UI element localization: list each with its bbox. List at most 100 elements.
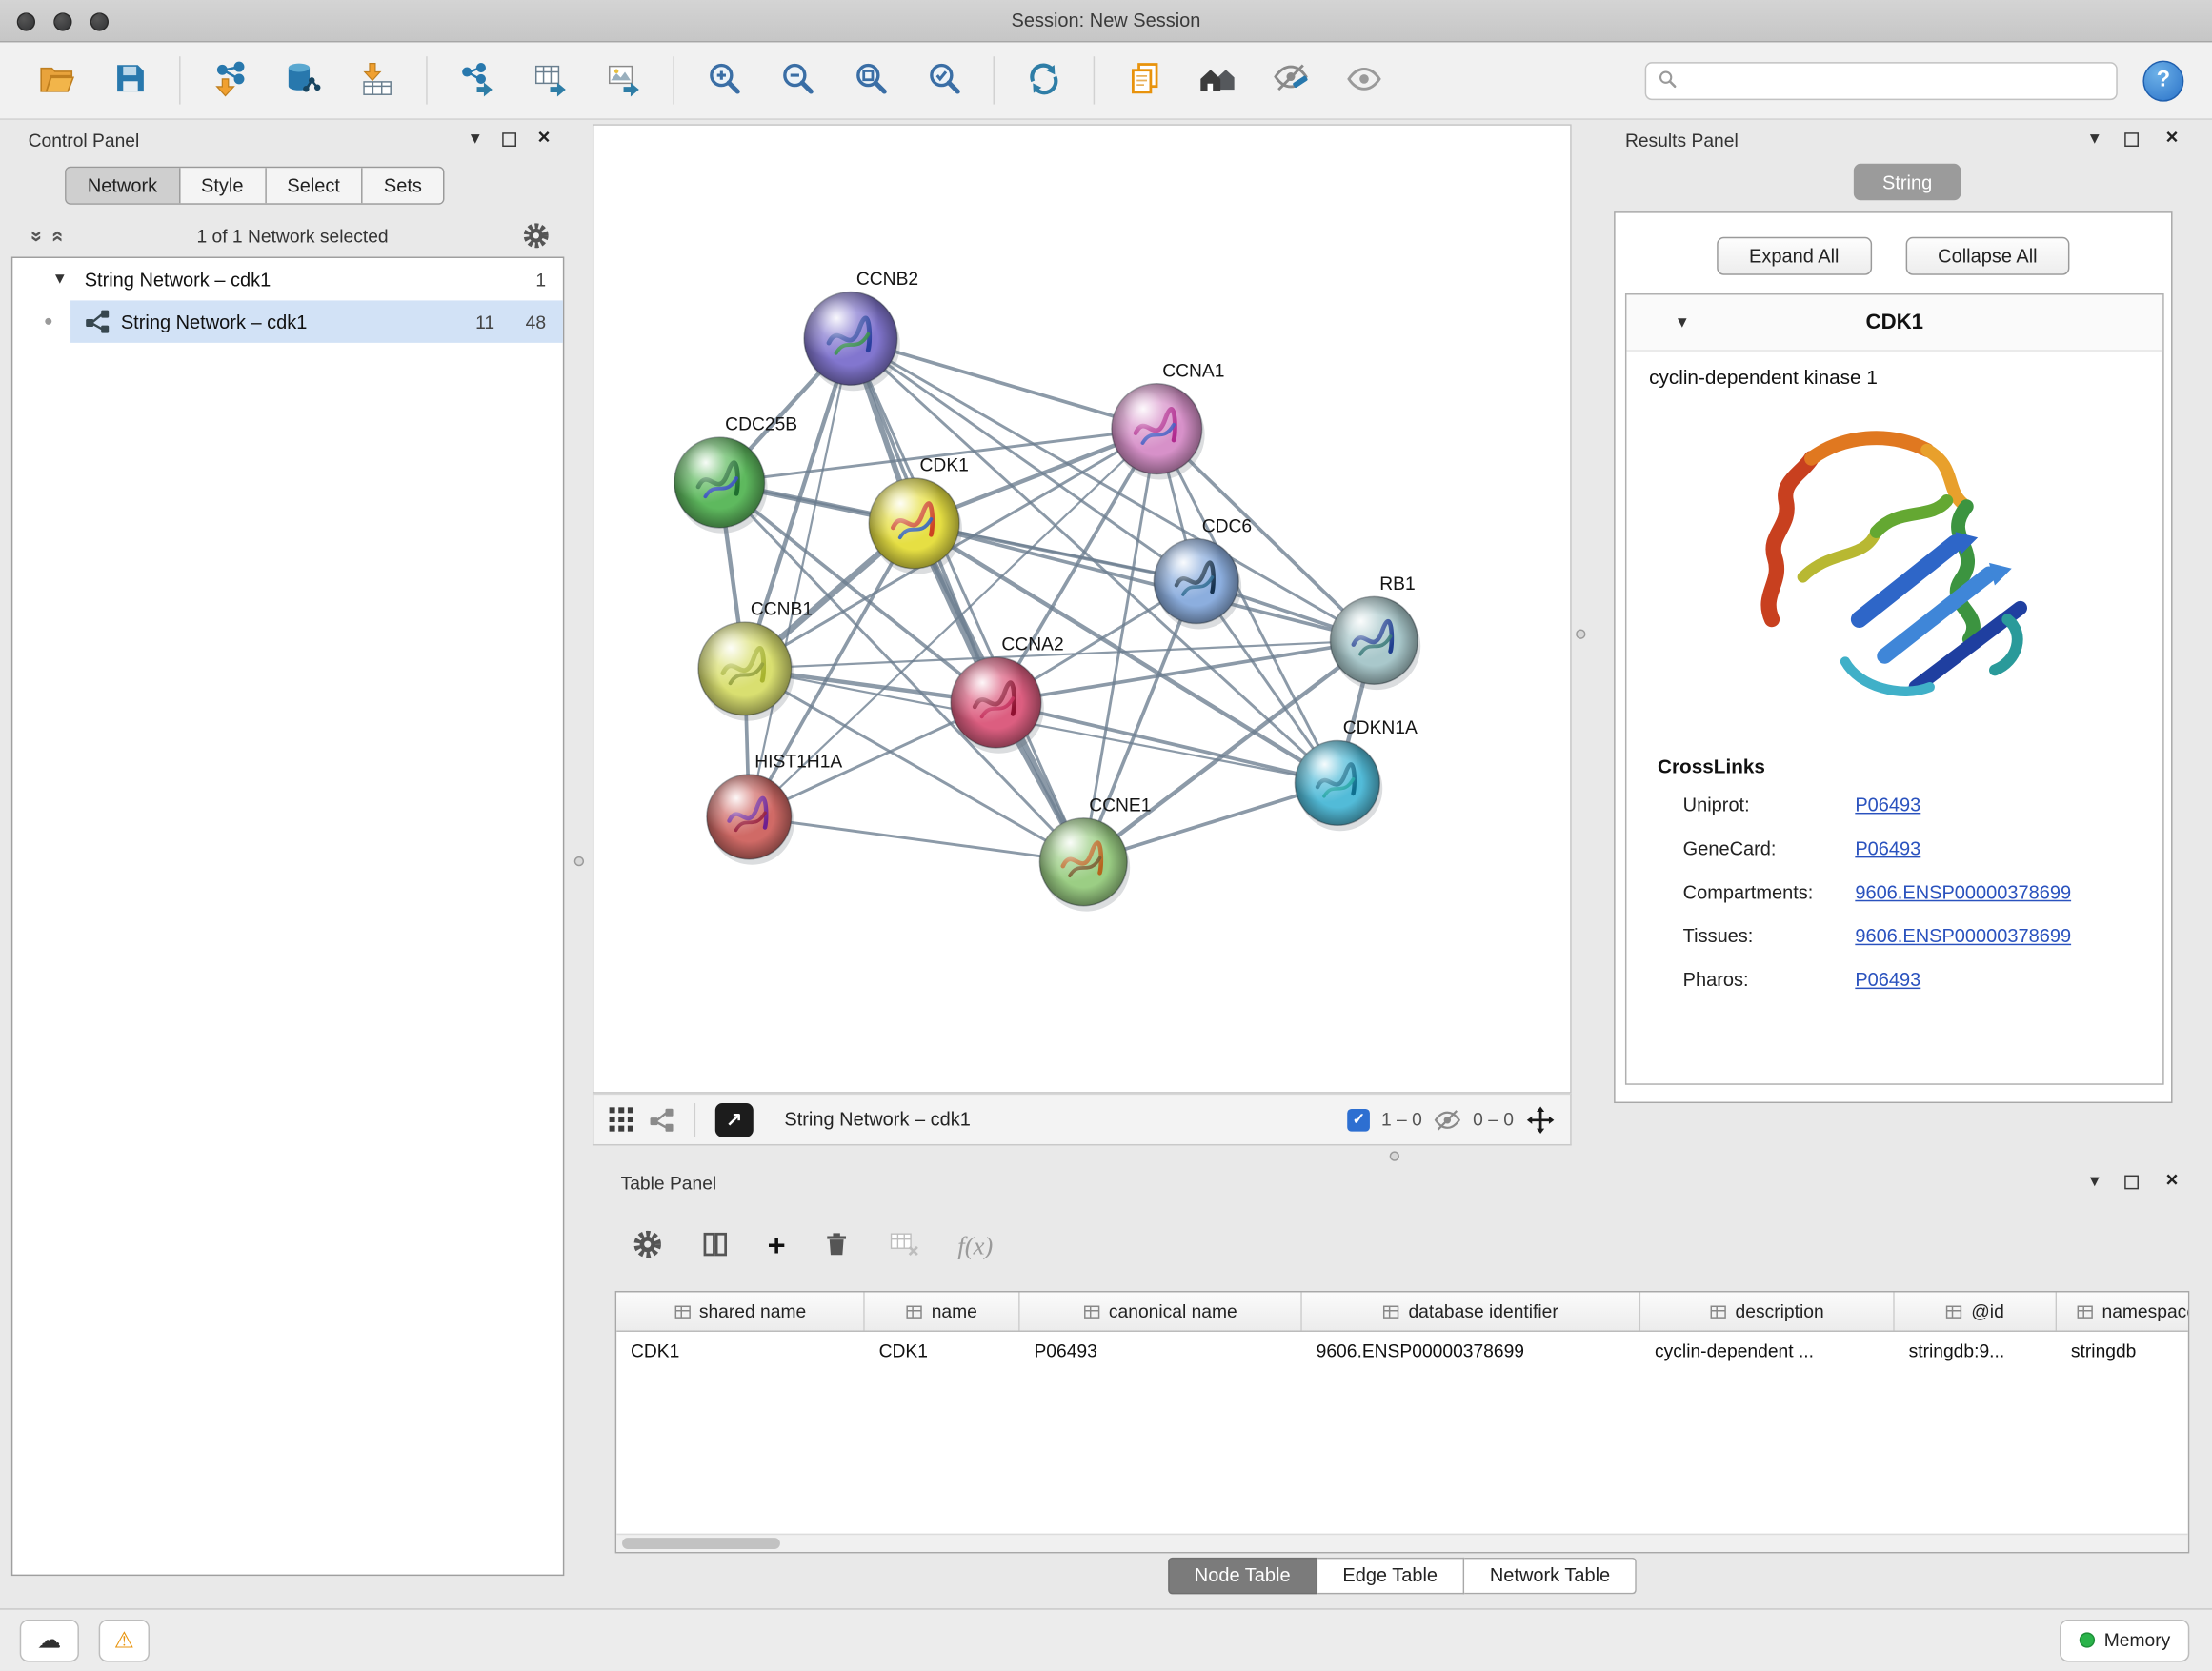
zoom-in-button[interactable] <box>692 50 756 110</box>
network-node-CCNB1[interactable] <box>698 622 794 721</box>
export-network-button[interactable] <box>444 50 509 110</box>
network-node-HIST1H1A[interactable] <box>707 775 794 865</box>
cell-canonical-name[interactable]: P06493 <box>1020 1339 1302 1360</box>
tab-network[interactable]: Network <box>67 168 180 203</box>
search-box[interactable] <box>1645 61 2118 99</box>
tab-select[interactable]: Select <box>266 168 362 203</box>
minimize-window-button[interactable] <box>53 12 71 30</box>
hidden-eye-icon[interactable] <box>1434 1105 1462 1134</box>
zoom-out-button[interactable] <box>765 50 830 110</box>
collapse-all-icon[interactable]: » <box>45 230 69 241</box>
duplicate-button[interactable] <box>1112 50 1176 110</box>
collapse-all-button[interactable]: Collapse All <box>1905 237 2070 275</box>
genecard-link[interactable]: P06493 <box>1855 838 1920 859</box>
tab-network-table[interactable]: Network Table <box>1464 1558 1637 1595</box>
column-header[interactable]: @id <box>1895 1292 2057 1330</box>
cell-description[interactable]: cyclin-dependent ... <box>1640 1339 1895 1360</box>
network-share-icon[interactable] <box>649 1107 674 1133</box>
table-settings-gear-icon[interactable] <box>632 1228 663 1263</box>
selected-checkbox-icon[interactable]: ✓ <box>1347 1108 1370 1131</box>
column-header[interactable]: namespace <box>2057 1292 2189 1330</box>
save-session-button[interactable] <box>97 50 162 110</box>
network-view[interactable]: CCNB2CCNA1CDC25BCDK1CDC6RB1CCNB1CCNA2CDK… <box>593 124 1572 1093</box>
search-input[interactable] <box>1686 70 2105 91</box>
column-header[interactable]: canonical name <box>1020 1292 1302 1330</box>
cell-namespace[interactable]: stringdb <box>2057 1339 2189 1360</box>
network-edge[interactable] <box>749 816 1083 861</box>
memory-button[interactable]: Memory <box>2060 1619 2189 1661</box>
cloud-button[interactable]: ☁ <box>20 1619 79 1661</box>
export-image-button[interactable] <box>591 50 655 110</box>
close-window-button[interactable] <box>17 12 35 30</box>
table-row[interactable]: CDK1 CDK1 P06493 9606.ENSP00000378699 cy… <box>616 1332 2189 1369</box>
tab-style[interactable]: Style <box>180 168 266 203</box>
scrollbar-thumb[interactable] <box>622 1538 780 1549</box>
network-node-CCNE1[interactable] <box>1039 818 1130 912</box>
bottom-splitter-handle[interactable] <box>1390 1151 1399 1160</box>
zoom-selected-button[interactable] <box>912 50 976 110</box>
tissues-link[interactable]: 9606.ENSP00000378699 <box>1855 925 2071 946</box>
network-node-RB1[interactable] <box>1330 596 1420 690</box>
network-row-highlight[interactable]: String Network – cdk1 11 48 <box>70 300 563 342</box>
compartments-link[interactable]: 9606.ENSP00000378699 <box>1855 882 2071 903</box>
network-node-CDC6[interactable] <box>1154 539 1241 630</box>
network-edge[interactable] <box>915 523 1375 640</box>
network-edge[interactable] <box>851 338 1083 861</box>
open-session-button[interactable] <box>24 50 89 110</box>
cell-shared-name[interactable]: CDK1 <box>616 1339 865 1360</box>
network-edge[interactable] <box>749 338 851 816</box>
home-button[interactable] <box>1185 50 1250 110</box>
float-panel-icon[interactable]: ▾ <box>2090 127 2100 150</box>
pharos-link[interactable]: P06493 <box>1855 969 1920 990</box>
network-options-gear-icon[interactable] <box>522 221 551 250</box>
float-panel-icon[interactable]: ▾ <box>471 127 480 150</box>
network-edge[interactable] <box>995 702 1337 782</box>
cell-id[interactable]: stringdb:9... <box>1895 1339 2057 1360</box>
pan-crosshair-icon[interactable] <box>1525 1104 1557 1136</box>
tab-sets[interactable]: Sets <box>363 168 443 203</box>
tab-node-table[interactable]: Node Table <box>1168 1558 1317 1595</box>
network-collection-row[interactable]: ▼ String Network – cdk1 1 <box>12 258 563 300</box>
export-table-button[interactable] <box>517 50 582 110</box>
cell-name[interactable]: CDK1 <box>865 1339 1020 1360</box>
network-node-CDC25B[interactable] <box>674 437 768 534</box>
expand-all-button[interactable]: Expand All <box>1717 237 1872 275</box>
zoom-fit-button[interactable] <box>838 50 903 110</box>
gene-entry-header[interactable]: ▼ CDK1 <box>1626 294 2162 351</box>
open-in-new-window-button[interactable]: ↗ <box>715 1102 754 1137</box>
import-network-file-button[interactable] <box>197 50 262 110</box>
collapse-entry-icon[interactable]: ▼ <box>1675 313 1690 331</box>
eye-button[interactable] <box>1332 50 1397 110</box>
right-splitter-handle[interactable] <box>1576 629 1585 638</box>
grid-view-icon[interactable] <box>608 1106 634 1133</box>
tab-edge-table[interactable]: Edge Table <box>1317 1558 1464 1595</box>
graphics-details-button[interactable] <box>1258 50 1323 110</box>
network-node-CDK1[interactable] <box>869 478 962 574</box>
left-splitter-handle[interactable] <box>574 856 584 866</box>
import-network-database-button[interactable] <box>271 50 335 110</box>
close-panel-icon[interactable]: × <box>538 126 551 150</box>
column-header[interactable]: database identifier <box>1302 1292 1640 1330</box>
float-panel-icon[interactable]: ▾ <box>2090 1170 2100 1193</box>
show-columns-icon[interactable] <box>700 1228 732 1263</box>
delete-column-icon[interactable] <box>822 1230 851 1262</box>
import-table-button[interactable] <box>344 50 409 110</box>
add-column-icon[interactable]: + <box>768 1230 786 1261</box>
column-header[interactable]: shared name <box>616 1292 865 1330</box>
column-header[interactable]: description <box>1640 1292 1895 1330</box>
cell-database-identifier[interactable]: 9606.ENSP00000378699 <box>1302 1339 1640 1360</box>
close-panel-icon[interactable]: × <box>2165 126 2178 150</box>
maximize-panel-icon[interactable] <box>502 132 516 147</box>
collapse-tree-icon[interactable]: ▼ <box>52 271 68 288</box>
horizontal-scrollbar[interactable] <box>616 1534 2188 1552</box>
network-node-CCNA1[interactable] <box>1112 384 1205 480</box>
string-tab[interactable]: String <box>1854 164 1961 201</box>
network-node-CDKN1A[interactable] <box>1295 740 1382 831</box>
warnings-button[interactable]: ⚠ <box>99 1619 150 1661</box>
zoom-window-button[interactable] <box>90 12 109 30</box>
uniprot-link[interactable]: P06493 <box>1855 795 1920 815</box>
network-canvas[interactable]: CCNB2CCNA1CDC25BCDK1CDC6RB1CCNB1CCNA2CDK… <box>593 126 1570 1092</box>
close-panel-icon[interactable]: × <box>2165 1168 2178 1192</box>
maximize-panel-icon[interactable] <box>2124 1176 2139 1190</box>
maximize-panel-icon[interactable] <box>2124 132 2139 147</box>
